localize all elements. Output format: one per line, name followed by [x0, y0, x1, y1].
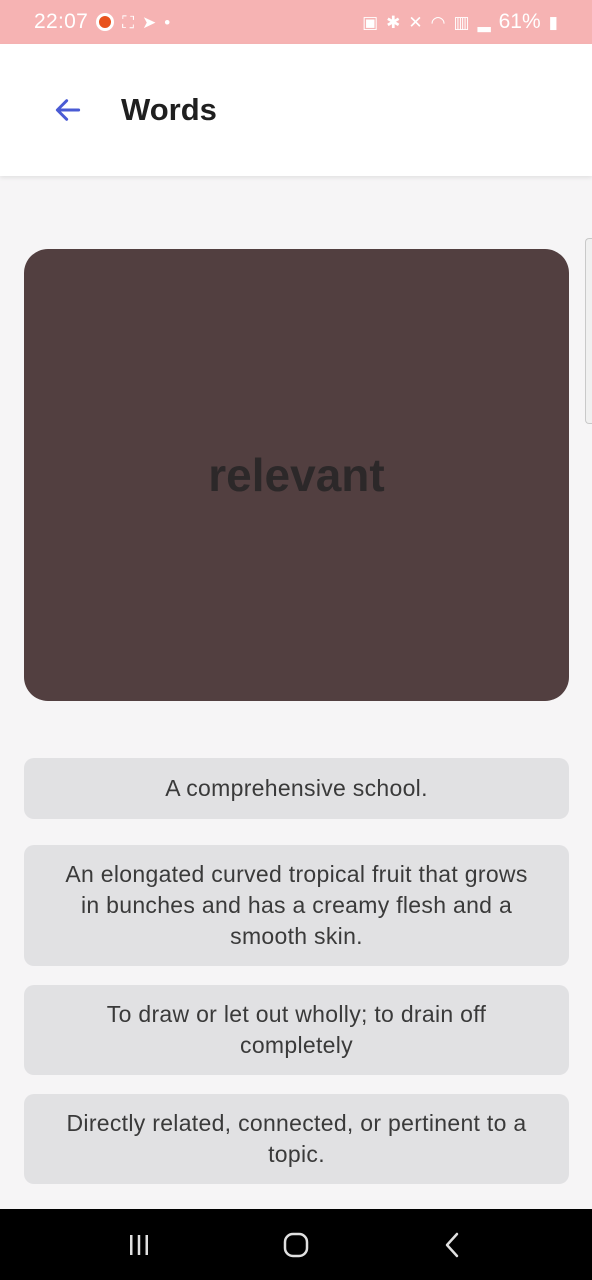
battery-saver-icon: ▣ — [362, 12, 379, 32]
answer-option[interactable]: An elongated curved tropical fruit that … — [24, 845, 569, 966]
back-button[interactable] — [43, 85, 93, 135]
screenshot-icon: ⛶ — [122, 12, 134, 32]
answer-option[interactable]: Directly related, connected, or pertinen… — [24, 1094, 569, 1184]
wifi-icon: ◠ — [430, 12, 446, 32]
word-card[interactable]: relevant — [24, 249, 569, 701]
status-left: 22:07 ⛶ ➤ • — [34, 10, 170, 34]
recents-button[interactable] — [109, 1215, 169, 1275]
signal-icon: ▂ — [477, 12, 491, 32]
recents-icon — [129, 1234, 148, 1255]
status-right: ▣ ✱ ✕ ◠ ▥ ▂ 61% ▮ — [362, 10, 558, 34]
home-icon — [283, 1232, 309, 1257]
back-icon — [446, 1232, 459, 1257]
status-time: 22:07 — [34, 10, 89, 33]
status-bar: 22:07 ⛶ ➤ • ▣ ✱ ✕ ◠ ▥ ▂ 61% ▮ — [0, 0, 592, 44]
battery-percent: 61% — [498, 10, 541, 33]
arrow-left-icon — [55, 99, 81, 121]
telegram-icon: ➤ — [141, 12, 157, 32]
notification-dot-icon — [96, 13, 115, 31]
dot-icon: • — [164, 12, 171, 32]
system-nav-bar — [0, 1209, 592, 1280]
answer-option[interactable]: To draw or let out wholly; to drain off … — [24, 985, 569, 1075]
app-bar: Words — [0, 44, 592, 176]
battery-icon: ▮ — [548, 12, 558, 32]
word-text: relevant — [208, 449, 385, 501]
volte-icon: ▥ — [453, 12, 470, 32]
mute-icon: ✕ — [408, 12, 423, 32]
home-button[interactable] — [266, 1215, 326, 1275]
bluetooth-icon: ✱ — [386, 12, 401, 32]
scrollbar[interactable] — [585, 238, 592, 424]
back-nav-button[interactable] — [423, 1215, 483, 1275]
page-title: Words — [121, 92, 217, 127]
answer-option[interactable]: A comprehensive school. — [24, 758, 569, 819]
